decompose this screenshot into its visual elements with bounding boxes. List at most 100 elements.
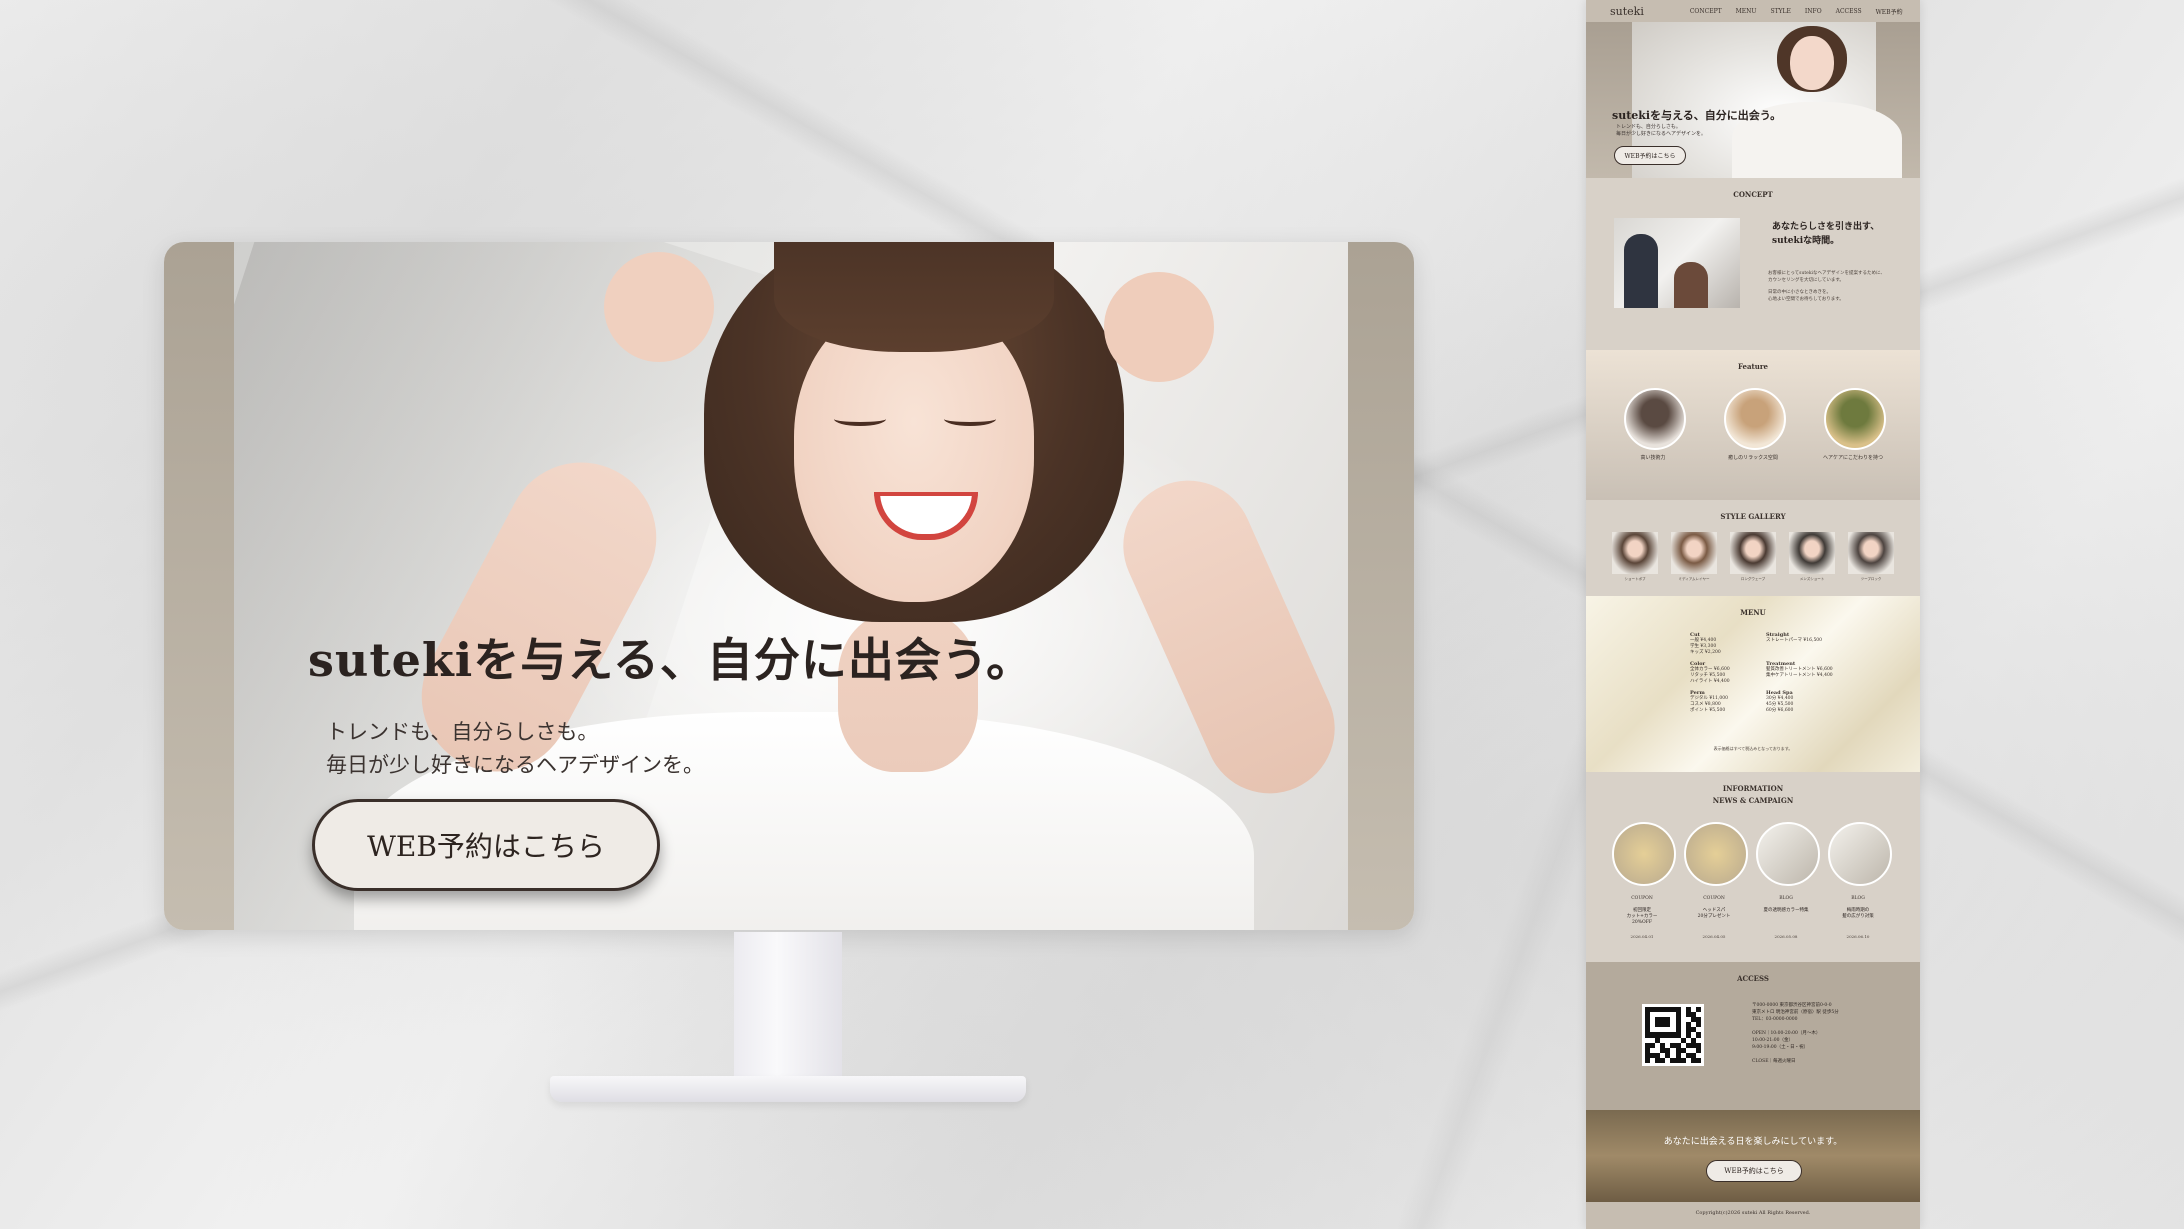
concept-customer: [1674, 262, 1708, 308]
gallery-image-2[interactable]: [1671, 532, 1717, 574]
feature-label-2: 癒しのリラックス空間: [1728, 455, 1778, 461]
concept-body: お客様にとってsutekiなヘアデザインを提案するために、 カウンセリングを大切…: [1768, 270, 1900, 303]
hero-subline: トレンドも、自分らしさも。 毎日が少し好きになるヘアデザインを。: [326, 716, 1033, 782]
concept-body-line4: 心地よい空間でお待ちしております。: [1768, 297, 1844, 302]
concept-body-line1: お客様にとってsutekiなヘアデザインを提案するために、: [1768, 271, 1885, 276]
menu-note: 表示価格はすべて税込みとなっております。: [1713, 746, 1793, 751]
info-category-1: COUPON: [1631, 896, 1653, 901]
qr-code-icon: [1642, 1004, 1704, 1066]
nav-info[interactable]: INFO: [1805, 8, 1822, 15]
nav-concept[interactable]: CONCEPT: [1690, 8, 1722, 15]
gallery-caption-2: ミディアムレイヤー: [1678, 577, 1710, 581]
feature-image-3: [1824, 388, 1886, 450]
info-item-title-4: 梅雨時期の 髪の広がり対策: [1828, 908, 1888, 920]
preview-hero-sub: トレンドも、自分らしさも。 毎日が少し好きになるヘアデザインを。: [1616, 124, 1706, 138]
gallery-caption-3: ロングウェーブ: [1740, 577, 1766, 581]
nav-access[interactable]: ACCESS: [1836, 8, 1862, 15]
info-date-4: 2026.06.10: [1846, 934, 1870, 939]
concept-body-line2: カウンセリングを大切にしています。: [1768, 278, 1844, 283]
access-line: CLOSE｜毎週火曜日: [1752, 1059, 1796, 1064]
concept-stylist: [1624, 234, 1658, 308]
preview-info-section: INFORMATION NEWS & CAMPAIGN COUPON COUPO…: [1586, 772, 1920, 962]
monitor-stand: [734, 932, 842, 1082]
menu-item: 集中ケアトリートメント ¥4,400: [1766, 673, 1833, 678]
gallery-image-5[interactable]: [1848, 532, 1894, 574]
info-image-4[interactable]: [1828, 822, 1892, 886]
cta-reservation-button[interactable]: WEB予約はこちら: [1706, 1160, 1802, 1182]
info-item-title-3: 夏の透明感カラー特集: [1756, 908, 1816, 914]
info-item-title-1: 初回限定 カット+カラー 20%OFF: [1612, 908, 1672, 926]
access-line: 9:00-19:00（土・日・祝）: [1752, 1045, 1809, 1050]
desktop-monitor: sutekiを与える、自分に出会う。 トレンドも、自分らしさも。 毎日が少し好き…: [164, 242, 1414, 930]
preview-access-section: ACCESS 〒000-0000 東京都渋谷区神宮前0-0-0 東京メトロ 明治…: [1586, 962, 1920, 1110]
access-line: 東京メトロ 明治神宮前〈原宿〉駅 徒歩5分: [1752, 1010, 1839, 1015]
preview-hero-headline: sutekiを与える、自分に出会う。: [1612, 109, 1782, 122]
info-category-2: COUPON: [1703, 896, 1725, 901]
info-image-2[interactable]: [1684, 822, 1748, 886]
info-title-line: 夏の透明感カラー特集: [1763, 908, 1809, 913]
nav-menu[interactable]: MENU: [1736, 8, 1757, 15]
info-image-1[interactable]: [1612, 822, 1676, 886]
menu-title: MENU: [1740, 608, 1766, 617]
monitor-base: [550, 1076, 1026, 1102]
photo-hand-right: [1104, 272, 1214, 382]
hero-headline: sutekiを与える、自分に出会う。: [308, 633, 1034, 687]
preview-gallery-section: STYLE GALLERY ショートボブ ミディアムレイヤー ロングウェーブ メ…: [1586, 500, 1920, 596]
preview-concept-section: CONCEPT あなたらしさを引き出す、 sutekiな時間。 お客様にとってs…: [1586, 178, 1920, 350]
preview-photo-face: [1790, 36, 1834, 90]
feature-image-2: [1724, 388, 1786, 450]
info-date-2: 2026.04.05: [1702, 934, 1726, 939]
menu-item: 60分 ¥6,600: [1766, 708, 1794, 713]
info-image-3[interactable]: [1756, 822, 1820, 886]
preview-hero-sub1: トレンドも、自分らしさも。: [1616, 124, 1681, 130]
gallery-image-4[interactable]: [1789, 532, 1835, 574]
info-category-3: BLOG: [1779, 896, 1793, 901]
gallery-caption-5: ツーブロック: [1860, 577, 1882, 581]
preview-hero: sutekiを与える、自分に出会う。 トレンドも、自分らしさも。 毎日が少し好き…: [1586, 22, 1920, 182]
preview-logo[interactable]: suteki: [1610, 5, 1644, 18]
copyright-text: Copyright(c)2026 suteki All Rights Reser…: [1695, 1210, 1811, 1216]
feature-label-3: ヘアケアにこだわりを持つ: [1823, 455, 1883, 461]
hero-section: sutekiを与える、自分に出会う。 トレンドも、自分らしさも。 毎日が少し好き…: [164, 242, 1414, 930]
info-item-title-2: ヘッドスパ 20分プレゼント: [1684, 908, 1744, 920]
access-line: OPEN｜10:00-20:00（月〜木）: [1752, 1031, 1821, 1036]
info-date-1: 2026.04.01: [1630, 934, 1654, 939]
concept-heading-line2: sutekiな時間。: [1772, 236, 1840, 246]
gallery-caption-4: メンズショート: [1799, 577, 1825, 581]
gallery-image-3[interactable]: [1730, 532, 1776, 574]
preview-hero-sub2: 毎日が少し好きになるヘアデザインを。: [1616, 131, 1707, 137]
hero-text-block: sutekiを与える、自分に出会う。 トレンドも、自分らしさも。 毎日が少し好き…: [308, 624, 1033, 782]
feature-title: Feature: [1737, 362, 1769, 371]
concept-heading: あなたらしさを引き出す、 sutekiな時間。: [1772, 220, 1879, 248]
nav-web-reservation[interactable]: WEB予約: [1876, 7, 1903, 16]
nav-style[interactable]: STYLE: [1770, 8, 1790, 15]
concept-title: CONCEPT: [1733, 190, 1773, 199]
access-line: 10:00-21:00（金）: [1752, 1038, 1793, 1043]
info-title-line: 20分プレゼント: [1697, 914, 1731, 919]
concept-heading-line1: あなたらしさを引き出す、: [1772, 222, 1880, 232]
cta-text: あなたに出会える日を楽しみにしています。: [1663, 1137, 1843, 1147]
access-line: TEL：03-0000-0000: [1752, 1017, 1798, 1022]
menu-item: ハイライト ¥4,400: [1690, 679, 1730, 684]
menu-item: ポイント ¥5,500: [1690, 708, 1726, 713]
info-category-4: BLOG: [1851, 896, 1865, 901]
info-subtitle: NEWS & CAMPAIGN: [1712, 796, 1794, 805]
web-reservation-button[interactable]: WEB予約はこちら: [312, 799, 660, 891]
preview-hero-button[interactable]: WEB予約はこちら: [1614, 146, 1686, 165]
info-date-3: 2026.05.08: [1774, 934, 1798, 939]
preview-feature-section: Feature 高い技術力 癒しのリラックス空間 ヘアケアにこだわりを持つ: [1586, 350, 1920, 500]
info-title-line: 髪の広がり対策: [1842, 914, 1874, 919]
gallery-image-1[interactable]: [1612, 532, 1658, 574]
preview-cta-section: あなたに出会える日を楽しみにしています。 WEB予約はこちら: [1586, 1110, 1920, 1202]
access-line: 〒000-0000 東京都渋谷区神宮前0-0-0: [1752, 1003, 1832, 1008]
concept-photo: [1614, 218, 1740, 308]
gallery-caption-1: ショートボブ: [1624, 577, 1646, 581]
hero-sub-line2: 毎日が少し好きになるヘアデザインを。: [326, 753, 704, 777]
photo-eye-right: [944, 412, 996, 426]
hero-sub-line1: トレンドも、自分らしさも。: [326, 720, 599, 744]
access-details: 〒000-0000 東京都渋谷区神宮前0-0-0 東京メトロ 明治神宮前〈原宿〉…: [1752, 1002, 1839, 1065]
photo-hand-left: [604, 252, 714, 362]
feature-label-1: 高い技術力: [1640, 455, 1666, 461]
photo-bangs: [774, 242, 1054, 352]
preview-footer: Copyright(c)2026 suteki All Rights Reser…: [1586, 1202, 1920, 1229]
